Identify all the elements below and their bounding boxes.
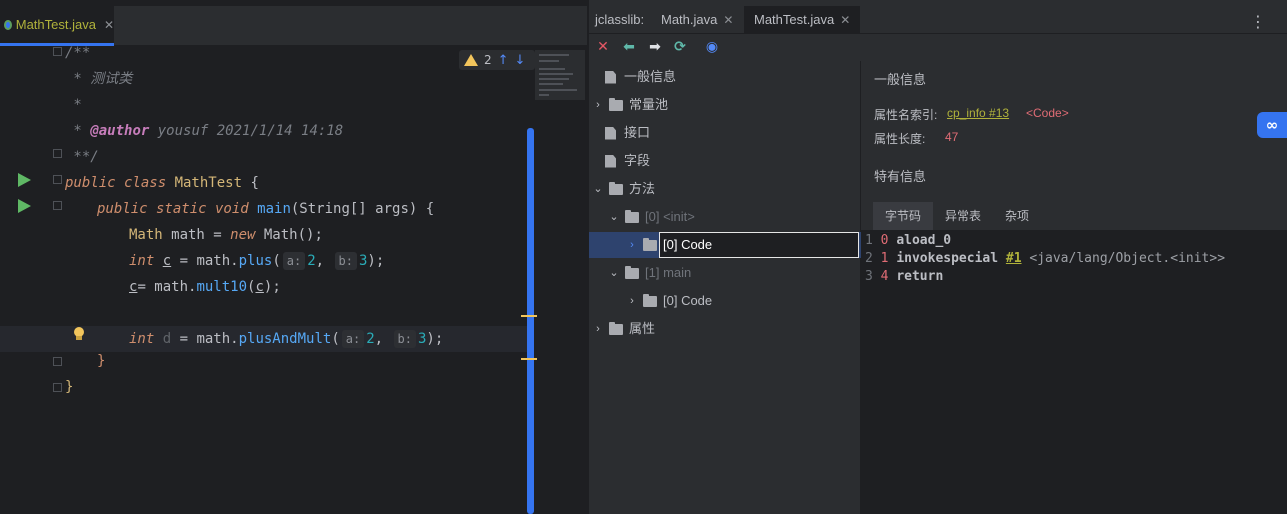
chevron-down-icon[interactable]: ⌄ [607,260,621,286]
jclasslib-toolbar: ✕ ⬅ ➡ ⟳ ◉ [589,35,1287,60]
close-tab-icon[interactable]: ✕ [840,13,850,27]
warning-marker[interactable] [521,358,537,360]
bytecode-view[interactable]: 1 0 aload_0 2 1 invokespecial #1 <java/l… [861,230,1287,514]
code-line: int c = math.plus(a: 2, b: 3); [129,252,385,270]
chevron-right-icon[interactable]: › [591,316,605,342]
tree-node-main-code[interactable]: › [0] Code [625,288,712,314]
specific-info-heading: 特有信息 [874,166,1273,185]
forward-icon[interactable]: ➡ [647,39,663,55]
code-line: public static void main(String[] args) { [97,201,435,217]
general-info-heading: 一般信息 [874,69,1273,88]
code-line: } [65,379,74,395]
parameter-hint: b: [393,330,416,348]
folder-icon [643,293,657,307]
parameter-hint: b: [334,252,357,270]
cloud-sync-icon[interactable]: ∞ [1257,112,1287,138]
code-minimap[interactable] [535,50,585,100]
parameter-hint: a: [282,252,306,270]
folder-icon [609,97,623,111]
folder-icon [609,321,623,335]
code-line: * @author yousuf 2021/1/14 14:18 [65,123,344,139]
attribute-length-label: 属性长度: [874,132,926,146]
folder-icon [625,265,639,279]
tree-node-attributes[interactable]: › 属性 [591,316,655,342]
folder-icon [609,181,623,195]
code-line: /** [65,45,91,61]
bytecode-line: 2 1 invokespecial #1 <java/lang/Object.<… [865,251,1226,266]
file-icon [605,126,616,140]
chevron-down-icon[interactable]: ⌄ [591,176,605,202]
tree-node-fields[interactable]: 字段 [599,148,650,174]
java-class-icon [4,19,12,30]
close-tab-icon[interactable]: ✕ [723,13,733,27]
more-options-icon[interactable]: ⋮ [1250,12,1266,31]
jclasslib-tab-bar: jclasslib: Math.java ✕ MathTest.java ✕ ⋮ [589,6,1287,34]
jclasslib-pane: jclasslib: Math.java ✕ MathTest.java ✕ ⋮ ✕… [588,0,1287,514]
code-line: Math math = new Math(); [129,227,323,243]
tree-node-methods[interactable]: ⌄ 方法 [591,176,655,202]
tab-math-java[interactable]: Math.java ✕ [661,6,733,34]
file-icon [605,70,616,84]
warning-icon [464,54,478,66]
file-icon [605,154,616,168]
back-icon[interactable]: ⬅ [621,39,637,55]
folder-icon [643,237,657,251]
warning-count: 2 [484,53,492,67]
editor-tab-label: MathTest.java [15,17,96,32]
warning-marker[interactable] [521,315,537,317]
refresh-icon[interactable]: ⟳ [672,39,688,55]
tree-node-interfaces[interactable]: 接口 [599,120,650,146]
name-index-value: <Code> [1026,106,1069,120]
code-line: * [65,97,82,113]
class-structure-tree: 一般信息 › 常量池 接口 字段 ⌄ 方法 ⌄ [0] <init> › [0] Cod… [589,61,861,514]
lightbulb-icon[interactable] [73,327,85,341]
code-subtabs: 字节码 异常表 杂项 [873,202,1041,230]
tree-node-general[interactable]: 一般信息 [599,64,676,90]
code-line: **/ [65,149,99,165]
attribute-length-value: 47 [945,130,959,144]
code-line: public class MathTest { [65,175,259,191]
tree-node-method-init[interactable]: ⌄ [0] <init> [607,204,694,230]
editor-scrollbar[interactable] [527,128,534,514]
close-tab-icon[interactable]: ✕ [104,18,114,32]
tab-exception-table[interactable]: 异常表 [933,202,993,230]
name-index-link[interactable]: cp_info #13 [947,106,1009,120]
folder-icon [625,209,639,223]
tree-node-init-code[interactable]: › [0] Code [625,232,712,258]
inspection-widget[interactable]: 2 ↑ ↓ [459,50,535,70]
previous-highlight-icon[interactable]: ↑ [498,53,509,68]
next-highlight-icon[interactable]: ↓ [515,53,526,68]
bytecode-line: 1 0 aload_0 [865,233,952,248]
tab-misc[interactable]: 杂项 [993,202,1041,230]
tab-bytecode[interactable]: 字节码 [873,202,934,230]
parameter-hint: a: [341,330,365,348]
attribute-detail-panel: 一般信息 属性名索引: cp_info #13 <Code> 属性长度: 47 … [861,61,1287,514]
bytecode-line: 3 4 return [865,269,944,284]
tree-node-method-main[interactable]: ⌄ [1] main [607,260,691,286]
code-line: * 测试类 [65,71,133,87]
tab-mathtest-java[interactable]: MathTest.java ✕ [744,6,861,34]
constant-pool-ref-link[interactable]: #1 [1006,251,1022,266]
chevron-down-icon[interactable]: ⌄ [607,204,621,230]
code-area[interactable]: /** * 测试类 * * @author yousuf 2021/1/14 1… [0,45,530,514]
code-line: } [97,353,106,369]
jclasslib-label: jclasslib: [595,12,645,27]
tree-node-constant-pool[interactable]: › 常量池 [591,92,668,118]
code-line: c= math.mult10(c); [129,279,281,295]
chevron-right-icon[interactable]: › [625,288,639,314]
code-editor-pane: MathTest.java ✕ /** * 测试类 * * @author yo… [0,0,587,514]
close-icon[interactable]: ✕ [595,39,611,55]
chevron-right-icon[interactable]: › [591,92,605,118]
web-globe-icon[interactable]: ◉ [704,39,720,55]
chevron-right-icon[interactable]: › [625,232,639,258]
name-index-label: 属性名索引: [874,108,938,122]
